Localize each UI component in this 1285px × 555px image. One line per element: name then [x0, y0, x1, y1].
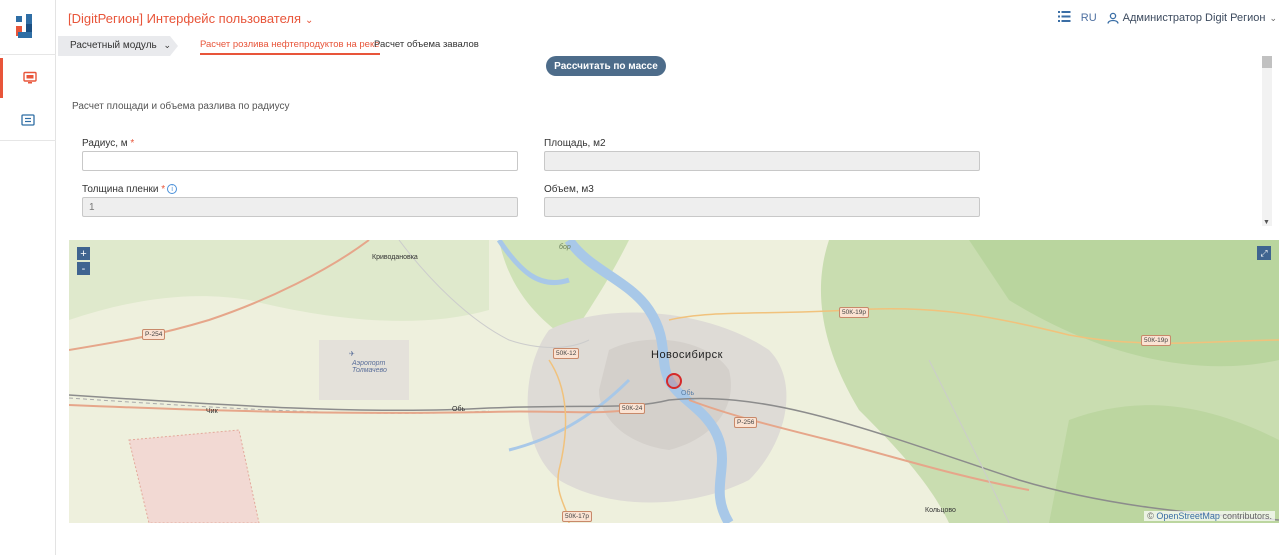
- thickness-label: Толщина пленки * i: [82, 184, 178, 195]
- section-title: Расчет площади и объема разлива по радиу…: [72, 101, 290, 112]
- user-name: Администратор Digit Регион: [1122, 12, 1266, 24]
- chevron-down-icon: ⌄: [1269, 12, 1277, 23]
- info-icon[interactable]: i: [167, 184, 178, 195]
- radius-input[interactable]: [82, 151, 518, 171]
- app-root: [DigitРегион] Интерфейс пользователя ⌄ RU…: [0, 0, 1285, 555]
- tab-oil-spill-river[interactable]: Расчет розлива нефтепродуктов на реке: [200, 39, 380, 55]
- tab-debris-volume[interactable]: Расчет объема завалов: [374, 39, 479, 53]
- language-switch[interactable]: RU: [1081, 12, 1097, 24]
- form-scrollbar[interactable]: ▼: [1262, 56, 1272, 226]
- map-label-koltsovo: Кольцово: [925, 507, 956, 514]
- zoom-out-button[interactable]: -: [77, 262, 90, 275]
- area-label: Площадь, м2: [544, 138, 606, 149]
- top-header: [DigitРегион] Интерфейс пользователя ⌄ RU…: [56, 0, 1285, 36]
- chevron-down-icon: ⌄: [163, 40, 172, 50]
- map-attribution: © OpenStreetMap contributors.: [1144, 511, 1275, 521]
- user-menu[interactable]: Администратор Digit Регион ⌄: [1106, 12, 1277, 24]
- scroll-down-arrow-icon[interactable]: ▼: [1263, 219, 1270, 226]
- list-icon: [21, 114, 35, 126]
- sidebar-item-monitor[interactable]: [0, 58, 56, 98]
- radius-label: Радиус, м *: [82, 138, 134, 149]
- chevron-down-icon: ⌄: [305, 15, 314, 26]
- left-sidebar: [0, 0, 56, 555]
- rail-divider: [0, 54, 56, 55]
- volume-field: [544, 197, 980, 217]
- zoom-in-button[interactable]: +: [77, 247, 90, 260]
- scrollbar-thumb[interactable]: [1262, 56, 1272, 68]
- road-shield: 50К-24: [619, 403, 646, 414]
- menu-list-icon[interactable]: [1057, 11, 1071, 25]
- attribution-prefix: ©: [1147, 511, 1154, 521]
- map-label-bor: бор: [559, 244, 571, 251]
- calc-form: Рассчитать по массе Расчет площади и объ…: [58, 56, 1284, 236]
- volume-label: Объем, м3: [544, 184, 594, 195]
- module-label: Расчетный модуль: [70, 40, 157, 51]
- header-right: RU Администратор Digit Регион ⌄: [1057, 11, 1277, 25]
- app-title-dropdown[interactable]: [DigitРегион] Интерфейс пользователя ⌄: [68, 11, 313, 26]
- road-shield: 50К-19р: [839, 307, 870, 318]
- required-mark: *: [161, 184, 166, 195]
- monitor-icon: [22, 71, 37, 84]
- map-label-ob: Обь: [452, 406, 466, 413]
- app-title: [DigitРегион] Интерфейс пользователя: [68, 11, 301, 26]
- area-field: [544, 151, 980, 171]
- breadcrumb-tabs: Расчетный модуль ⌄ Расчет розлива нефтеп…: [58, 36, 1285, 56]
- sidebar-item-list[interactable]: [0, 100, 56, 140]
- thickness-label-text: Толщина пленки: [82, 184, 159, 195]
- map-label-airport: Аэропорт Толмачево: [352, 360, 387, 374]
- map-view[interactable]: + - ⤢ Криводановка Чик Обь Обь Аэропорт …: [69, 240, 1279, 523]
- module-dropdown[interactable]: Расчетный модуль ⌄: [58, 36, 178, 56]
- rail-divider: [0, 140, 56, 141]
- attribution-suffix: contributors.: [1222, 511, 1272, 521]
- road-shield: Р-256: [734, 417, 758, 428]
- map-label-chik: Чик: [206, 408, 218, 415]
- radius-label-text: Радиус, м: [82, 138, 128, 149]
- road-shield: 50К-19р: [1141, 335, 1172, 346]
- map-label-ob-river: Обь: [681, 390, 695, 397]
- road-shield: 50К-17р: [562, 511, 593, 522]
- digit-logo[interactable]: [12, 10, 44, 46]
- required-mark: *: [130, 138, 135, 149]
- calculate-by-mass-button[interactable]: Рассчитать по массе: [546, 56, 666, 76]
- map-label-novosibirsk: Новосибирск: [651, 349, 723, 361]
- airport-icon: ✈: [349, 351, 355, 358]
- road-shield: 50К-12: [553, 348, 580, 359]
- thickness-field: [82, 197, 518, 217]
- openstreetmap-link[interactable]: OpenStreetMap: [1156, 511, 1220, 521]
- map-label-krivodanovka: Криводановка: [372, 254, 418, 261]
- road-shield: Р-254: [142, 329, 166, 340]
- spill-marker[interactable]: [666, 373, 682, 389]
- fullscreen-icon[interactable]: ⤢: [1257, 246, 1271, 260]
- user-icon: [1106, 12, 1119, 24]
